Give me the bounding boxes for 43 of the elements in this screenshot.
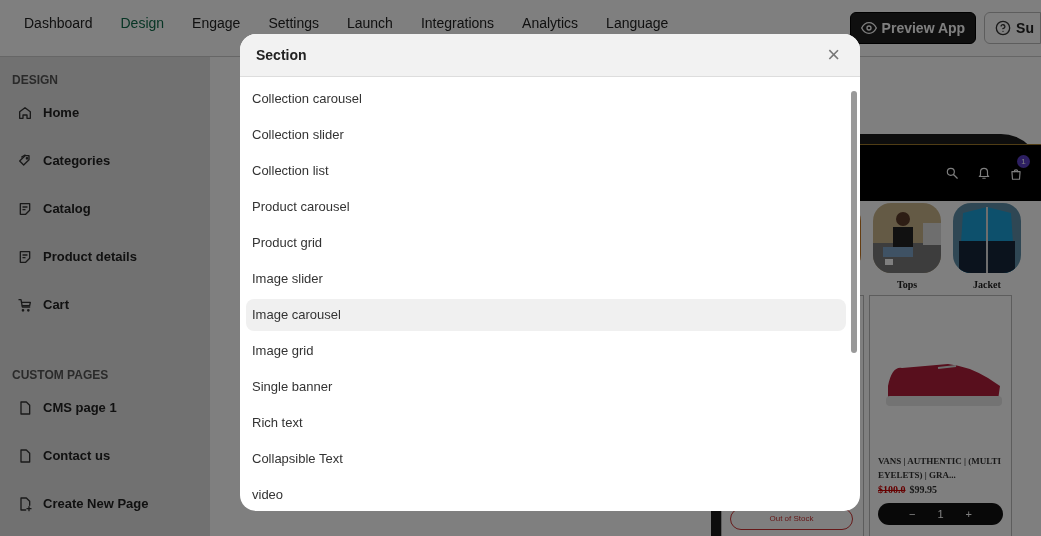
cart-badge: 1 xyxy=(1017,155,1030,168)
sidebar-item[interactable]: Catalog xyxy=(12,185,210,233)
nav-tab[interactable]: Launch xyxy=(346,0,393,34)
plus-button[interactable]: + xyxy=(965,505,972,523)
section-option[interactable]: Rich text xyxy=(246,407,846,439)
quantity-value: 1 xyxy=(937,506,944,522)
product-price: $99.95 xyxy=(909,483,937,497)
minus-button[interactable]: − xyxy=(909,505,916,523)
section-option[interactable]: Image carousel xyxy=(246,299,846,331)
product-title[interactable]: VANS | AUTHENTIC | (MULTI EYELETS) | GRA... xyxy=(878,454,1003,482)
sidebar-item[interactable]: Categories xyxy=(12,137,210,185)
preview-button[interactable]: Preview App xyxy=(849,12,977,44)
category-label[interactable]: Tops xyxy=(873,277,941,292)
nav-tab[interactable]: Engage xyxy=(192,0,241,34)
section-heading: DESIGN xyxy=(12,72,59,89)
sidebar-item[interactable]: CMS page 1 xyxy=(12,384,210,432)
section-heading: CUSTOM PAGES xyxy=(12,367,110,384)
section-option[interactable]: Collection carousel xyxy=(246,83,846,115)
sidebar-item[interactable]: Cart xyxy=(12,281,210,329)
support-button[interactable]: Su xyxy=(984,12,1041,44)
section-option[interactable]: Collection list xyxy=(246,155,846,187)
category-label[interactable]: Jacket xyxy=(953,277,1021,292)
old-price: $100.0 xyxy=(878,483,906,497)
section-option[interactable]: Product carousel xyxy=(246,191,846,223)
nav-tab[interactable]: Analytics xyxy=(522,0,579,34)
dialog-title: Section xyxy=(256,45,307,65)
nav-tab[interactable]: Integrations xyxy=(420,0,495,34)
section-option[interactable]: Product grid xyxy=(246,227,846,259)
section-option[interactable]: video xyxy=(246,479,846,511)
section-option[interactable]: Image slider xyxy=(246,263,846,295)
nav-tab[interactable]: Language xyxy=(606,0,669,34)
sidebar-item[interactable]: Create New Page xyxy=(12,480,210,528)
section-option[interactable]: Image grid xyxy=(246,335,846,367)
nav-tab[interactable]: Dashboard xyxy=(24,0,93,34)
section-option[interactable]: Collapsible Text xyxy=(246,443,846,475)
close-button[interactable]: × xyxy=(823,44,844,66)
section-option[interactable]: Collection slider xyxy=(246,119,846,151)
section-option[interactable]: Single banner xyxy=(246,371,846,403)
nav-tab[interactable]: Settings xyxy=(268,0,319,34)
sidebar-item[interactable]: Home xyxy=(12,89,210,137)
sidebar-item[interactable]: Product details xyxy=(12,233,210,281)
sidebar-item[interactable]: Contact us xyxy=(12,432,210,480)
nav-tab[interactable]: Design xyxy=(120,0,165,34)
